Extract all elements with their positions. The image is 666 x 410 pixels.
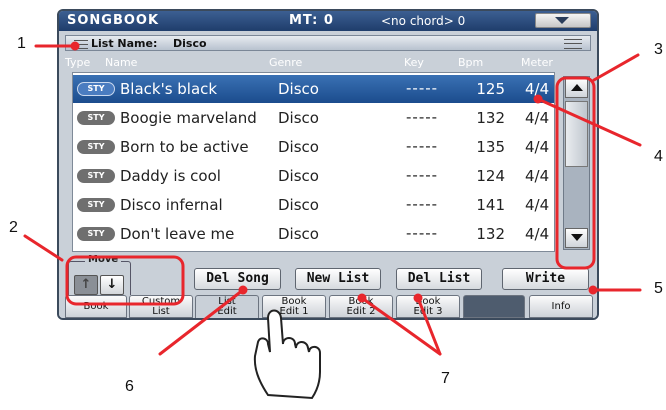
callout-number-7: 7: [441, 370, 450, 387]
pointing-hand-icon: [253, 309, 321, 400]
callout-line-6: [158, 288, 245, 356]
callout-dot-7a: [357, 293, 367, 303]
callout-box-3: [555, 76, 596, 270]
callout-number-2: 2: [9, 219, 18, 236]
callout-number-4: 4: [654, 148, 663, 165]
callout-line-3: [592, 53, 640, 82]
callout-dot-7b: [413, 293, 423, 303]
callout-overlay: [23, 41, 642, 400]
callout-number-1: 1: [17, 35, 26, 52]
callout-dot-6: [238, 285, 248, 295]
callout-line-4: [536, 97, 642, 147]
callout-dot-5: [588, 285, 598, 295]
callout-dot-1: [70, 41, 80, 51]
callout-number-3: 3: [654, 41, 663, 58]
callout-dot-4: [533, 94, 543, 104]
callout-box-2: [65, 255, 185, 306]
callout-number-5: 5: [654, 280, 663, 297]
callout-number-6: 6: [125, 378, 134, 395]
callout-line-2: [23, 234, 64, 262]
